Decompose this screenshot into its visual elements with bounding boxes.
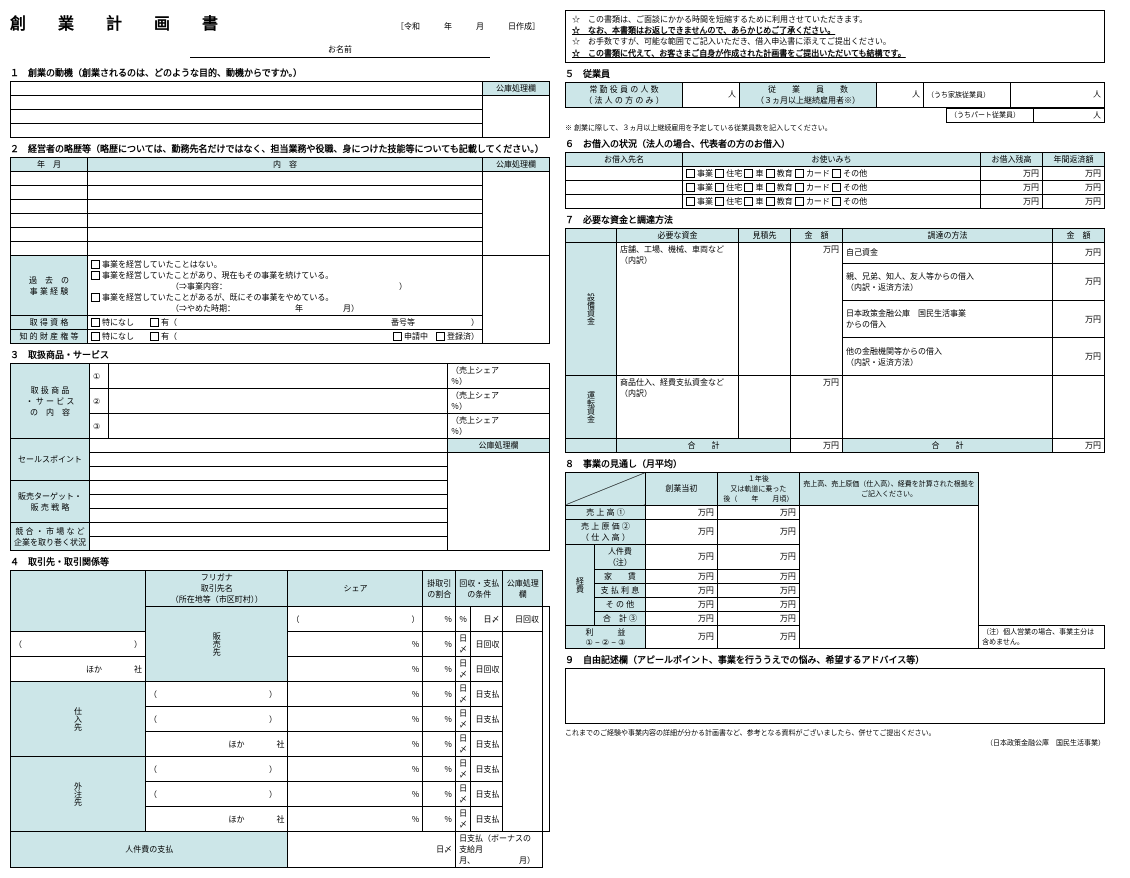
star-notes: ☆ この書類は、ご面談にかかる時間を短縮するために利用させていただきます。 ☆ … bbox=[565, 10, 1105, 63]
s2-h2: 内 容 bbox=[88, 158, 483, 172]
s2-h1: 年 月 bbox=[11, 158, 88, 172]
s8-head: ８ 事業の見通し（月平均） bbox=[565, 457, 1105, 470]
s3-head: ３ 取扱商品・サービス bbox=[10, 348, 550, 361]
checkbox[interactable] bbox=[91, 293, 100, 302]
hanbai: 販売先 bbox=[146, 607, 288, 682]
past-experience-label: 過 去 の 事 業 経 験 bbox=[11, 256, 88, 316]
left-page: 創 業 計 画 書 ［令和 年 月 日作成］ お名前 １ 創業の動機（創業される… bbox=[10, 10, 550, 868]
footer-1: これまでのご経験や事業内容の詳細が分かる計画書など、参考となる資料がございました… bbox=[565, 728, 1105, 738]
s4-head: ４ 取引先・取引関係等 bbox=[10, 555, 550, 568]
s8-table: 創業当初１年後 又は軌道に乗った 後（ 年 月頃）売上高、売上原価（仕入高）、経… bbox=[565, 472, 1105, 649]
checkbox[interactable] bbox=[91, 271, 100, 280]
s3-table: 取 扱 商 品 ・ サ ー ビ ス の 内 容①（売上シェア ％） ②（売上シェ… bbox=[10, 363, 550, 551]
sp: セールスポイント bbox=[11, 439, 90, 481]
s9-table bbox=[565, 668, 1105, 724]
checkbox[interactable] bbox=[91, 260, 100, 269]
s5-table: 常 勤 役 員 の 人 数 （ 法 人 の 方 の み ）人従 業 員 数 （３… bbox=[565, 82, 1105, 108]
s2-h3: 公庫処理欄 bbox=[483, 158, 550, 172]
s5-head: ５ 従業員 bbox=[565, 67, 1105, 80]
right-page: ☆ この書類は、ご面談にかかる時間を短縮するために利用させていただきます。 ☆ … bbox=[565, 10, 1105, 868]
s7-table: 必要な資金見積先金 額調達の方法金 額 設備資金店舗、工場、機械、車両など （内… bbox=[565, 228, 1105, 453]
doc-title: 創 業 計 画 書 bbox=[10, 10, 226, 34]
competition: 競 合 ・ 市 場 な ど 企業を取り巻く状況 bbox=[11, 523, 90, 551]
date-line: ［令和 年 月 日作成］ bbox=[226, 21, 550, 32]
name-line[interactable]: お名前 bbox=[190, 44, 490, 58]
s6-head: ６ お借入の状況（法人の場合、代表者の方のお借入） bbox=[565, 137, 1105, 150]
ip: 知 的 財 産 権 等 bbox=[11, 330, 88, 344]
s1-table: 公庫処理欄 bbox=[10, 81, 550, 138]
s3-rowhead: 取 扱 商 品 ・ サ ー ビ ス の 内 容 bbox=[11, 364, 90, 439]
gaichu: 外注先 bbox=[11, 757, 146, 832]
footer-2: （日本政策金融公庫 国民生活事業） bbox=[565, 738, 1105, 748]
s9-head: ９ 自由記述欄（アピールポイント、事業を行ううえでの悩み、希望するアドバイス等） bbox=[565, 653, 1105, 666]
name-label: お名前 bbox=[328, 45, 352, 54]
shikaku: 取 得 資 格 bbox=[11, 316, 88, 330]
s1-head: １ 創業の動機（創業されるのは、どのような目的、動機からですか。） bbox=[10, 66, 550, 79]
s7-head: ７ 必要な資金と調達方法 bbox=[565, 213, 1105, 226]
s6-table: お借入先名お使いみちお借入残高年間返済額 事業 住宅 車 教育 カード その他万… bbox=[565, 152, 1105, 209]
target: 販売ターゲット・ 販 売 戦 略 bbox=[11, 481, 90, 523]
s2-head: ２ 経営者の略歴等（略歴については、勤務先名だけではなく、担当業務や役職、身につ… bbox=[10, 142, 550, 155]
s4-table: フリガナ取引先名（所在地等（市区町村））シェア掛取引 の割合回収・支払の条件公庫… bbox=[10, 570, 550, 868]
kouko-col: 公庫処理欄 bbox=[483, 82, 550, 96]
shire: 仕入先 bbox=[11, 682, 146, 757]
s2-table: 年 月内 容公庫処理欄 過 去 の 事 業 経 験 事業を経営していたことはない… bbox=[10, 157, 550, 344]
